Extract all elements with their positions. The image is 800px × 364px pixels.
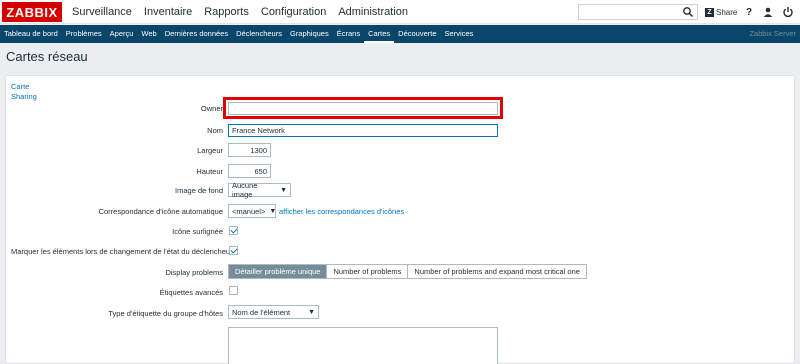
subnav-apercu[interactable]: Aperçu xyxy=(106,25,138,43)
page-title: Cartes réseau xyxy=(6,49,88,64)
height-field[interactable]: 650 xyxy=(228,164,271,178)
background-label: Image de fond xyxy=(175,186,223,195)
subnav-tableau-de-bord[interactable]: Tableau de bord xyxy=(0,25,62,43)
tab-sharing[interactable]: Sharing xyxy=(11,92,37,101)
host-group-label-type-label: Type d'étiquette du groupe d'hôtes xyxy=(108,309,223,318)
nav-inventaire[interactable]: Inventaire xyxy=(138,0,198,24)
subnav-declencheurs[interactable]: Déclencheurs xyxy=(232,25,286,43)
server-name: Zabbix Server xyxy=(749,29,796,38)
host-group-label-type-select[interactable]: Nom de l'élément ▼ xyxy=(228,305,319,319)
icon-mapping-select[interactable]: <manuel> ▼ xyxy=(228,204,276,218)
icon-mapping-select-value: <manuel> xyxy=(232,206,266,216)
share-z-icon: Z xyxy=(705,7,714,17)
advanced-labels-label: Étiquettes avancés xyxy=(159,288,223,297)
host-group-label-type-value: Nom de l'élément xyxy=(232,307,291,317)
subnav-problemes[interactable]: Problèmes xyxy=(62,25,106,43)
height-label: Hauteur xyxy=(196,167,223,176)
icon-highlight-checkbox[interactable] xyxy=(229,226,238,235)
subnav-web[interactable]: Web xyxy=(137,25,160,43)
nav-rapports[interactable]: Rapports xyxy=(198,0,255,24)
advanced-labels-checkbox[interactable] xyxy=(229,286,238,295)
owner-label: Owner xyxy=(200,104,223,113)
display-problems-segmented: Détailler problème unique Number of prob… xyxy=(228,264,587,279)
label-textarea[interactable] xyxy=(228,327,498,364)
icon-mapping-label: Correspondance d'icône automatique xyxy=(98,207,223,216)
display-problems-label: Display problems xyxy=(165,268,223,277)
chevron-down-icon: ▼ xyxy=(308,308,315,316)
user-icon[interactable] xyxy=(762,6,774,18)
nav-administration[interactable]: Administration xyxy=(332,0,414,24)
mark-elements-label: Marquer les éléments lors de changement … xyxy=(11,247,233,256)
subnav-ecrans[interactable]: Écrans xyxy=(333,25,364,43)
sub-nav: Tableau de bord Problèmes Aperçu Web Der… xyxy=(0,25,800,43)
width-field[interactable]: 1300 xyxy=(228,143,271,157)
mark-elements-checkbox[interactable] xyxy=(229,246,238,255)
subnav-graphiques[interactable]: Graphiques xyxy=(286,25,333,43)
background-select[interactable]: Aucune image ▼ xyxy=(228,181,291,199)
subnav-dernieres-donnees[interactable]: Dernières données xyxy=(161,25,232,43)
share-label: Share xyxy=(716,7,738,17)
nav-configuration[interactable]: Configuration xyxy=(255,0,332,24)
chevron-down-icon: ▼ xyxy=(280,186,287,194)
highlight-box xyxy=(223,97,503,119)
chevron-down-icon: ▼ xyxy=(269,207,277,215)
nav-surveillance[interactable]: Surveillance xyxy=(66,0,138,24)
search-input[interactable] xyxy=(578,4,698,20)
subnav-decouverte[interactable]: Découverte xyxy=(394,25,440,43)
background-select-value: Aucune image xyxy=(232,181,258,199)
help-icon[interactable]: ? xyxy=(743,6,755,18)
display-problems-option-expand[interactable]: Number of problems and expand most criti… xyxy=(407,265,586,278)
name-field[interactable]: France Network xyxy=(228,124,498,137)
icon-highlight-label: Icône surlignée xyxy=(172,227,223,236)
show-icon-mappings-link[interactable]: afficher les correspondances d'icônes xyxy=(279,207,404,216)
power-icon[interactable] xyxy=(782,6,794,18)
tab-carte[interactable]: Carte xyxy=(11,82,29,91)
main-nav: Surveillance Inventaire Rapports Configu… xyxy=(66,0,414,24)
display-problems-option-number[interactable]: Number of problems xyxy=(326,265,408,278)
share-button[interactable]: Z Share xyxy=(705,5,737,19)
width-label: Largeur xyxy=(197,146,223,155)
top-bar: ZABBIX Surveillance Inventaire Rapports … xyxy=(0,0,800,24)
zabbix-logo[interactable]: ZABBIX xyxy=(2,2,62,22)
subnav-services[interactable]: Services xyxy=(441,25,478,43)
subnav-cartes[interactable]: Cartes xyxy=(364,25,395,43)
name-label: Nom xyxy=(207,126,223,135)
display-problems-option-single[interactable]: Détailler problème unique xyxy=(229,265,327,278)
search-icon[interactable] xyxy=(682,6,694,18)
